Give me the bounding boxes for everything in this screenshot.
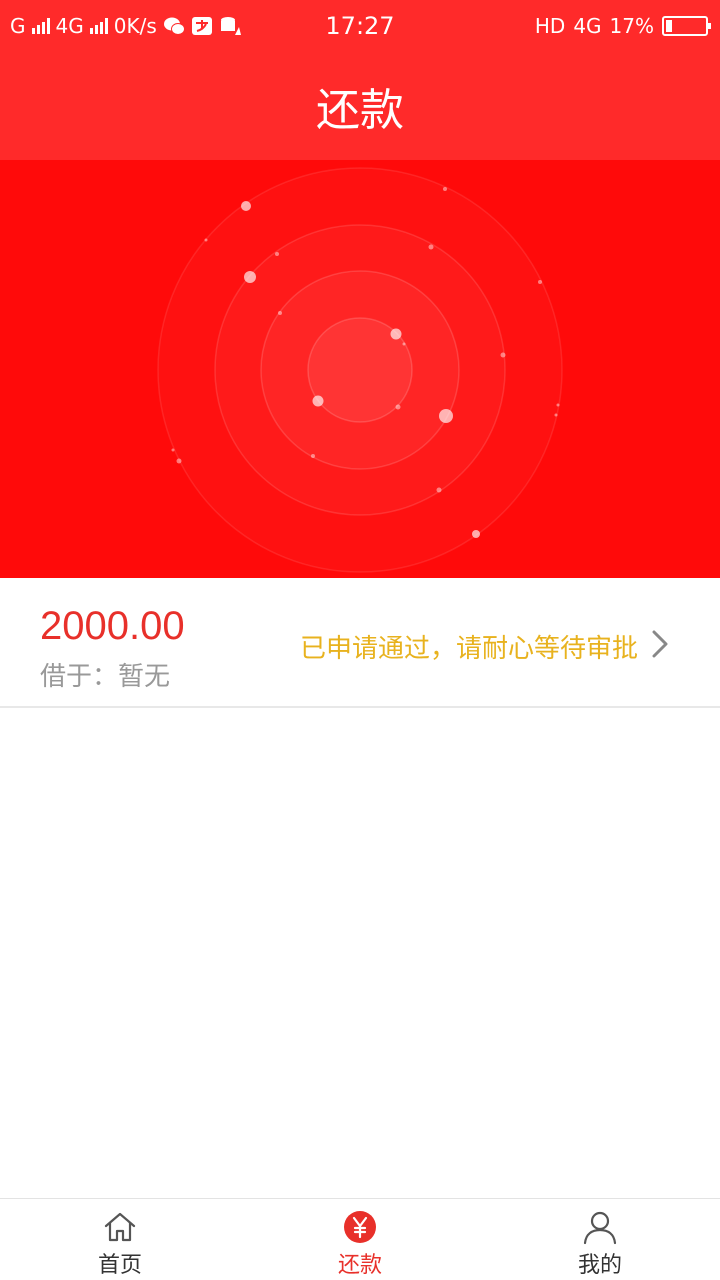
radar-rings-graphic — [157, 167, 563, 573]
borrow-date: 借于：暂无 — [40, 662, 171, 692]
chevron-right-icon[interactable] — [648, 628, 672, 660]
charging-bolt-icon — [680, 19, 689, 33]
hd-label: HD — [534, 14, 566, 38]
tab-mine-label: 我的 — [577, 1253, 622, 1278]
user-icon — [583, 1211, 617, 1245]
loan-status-text: 已申请通过，请耐心等待审批 — [299, 634, 638, 664]
nav-bar: 还款 — [0, 52, 720, 160]
bottom-tab-bar: 首页 还款 我的 — [0, 1198, 720, 1280]
battery-icon — [662, 16, 711, 36]
page-title: 还款 — [316, 85, 404, 136]
home-icon — [104, 1212, 136, 1242]
status-bar: G 4G 0K/s 17:27 HD 4G 17% — [0, 0, 720, 52]
tab-repay-label: 还款 — [337, 1253, 382, 1278]
status-bar-right: HD 4G 17% — [534, 10, 711, 42]
tab-home[interactable]: 首页 — [0, 1199, 240, 1280]
battery-percent: 17% — [609, 14, 654, 38]
loan-amount: 2000.00 — [40, 604, 185, 648]
tab-mine[interactable]: 我的 — [480, 1199, 720, 1280]
tab-repay[interactable]: 还款 — [240, 1199, 480, 1280]
loan-record-item[interactable]: 2000.00 借于：暂无 已申请通过，请耐心等待审批 — [0, 578, 720, 708]
yuan-icon — [344, 1211, 376, 1243]
network-type: 4G — [573, 14, 602, 38]
tab-home-label: 首页 — [97, 1253, 142, 1278]
hero-banner — [0, 160, 720, 578]
battery-fill — [666, 20, 673, 32]
